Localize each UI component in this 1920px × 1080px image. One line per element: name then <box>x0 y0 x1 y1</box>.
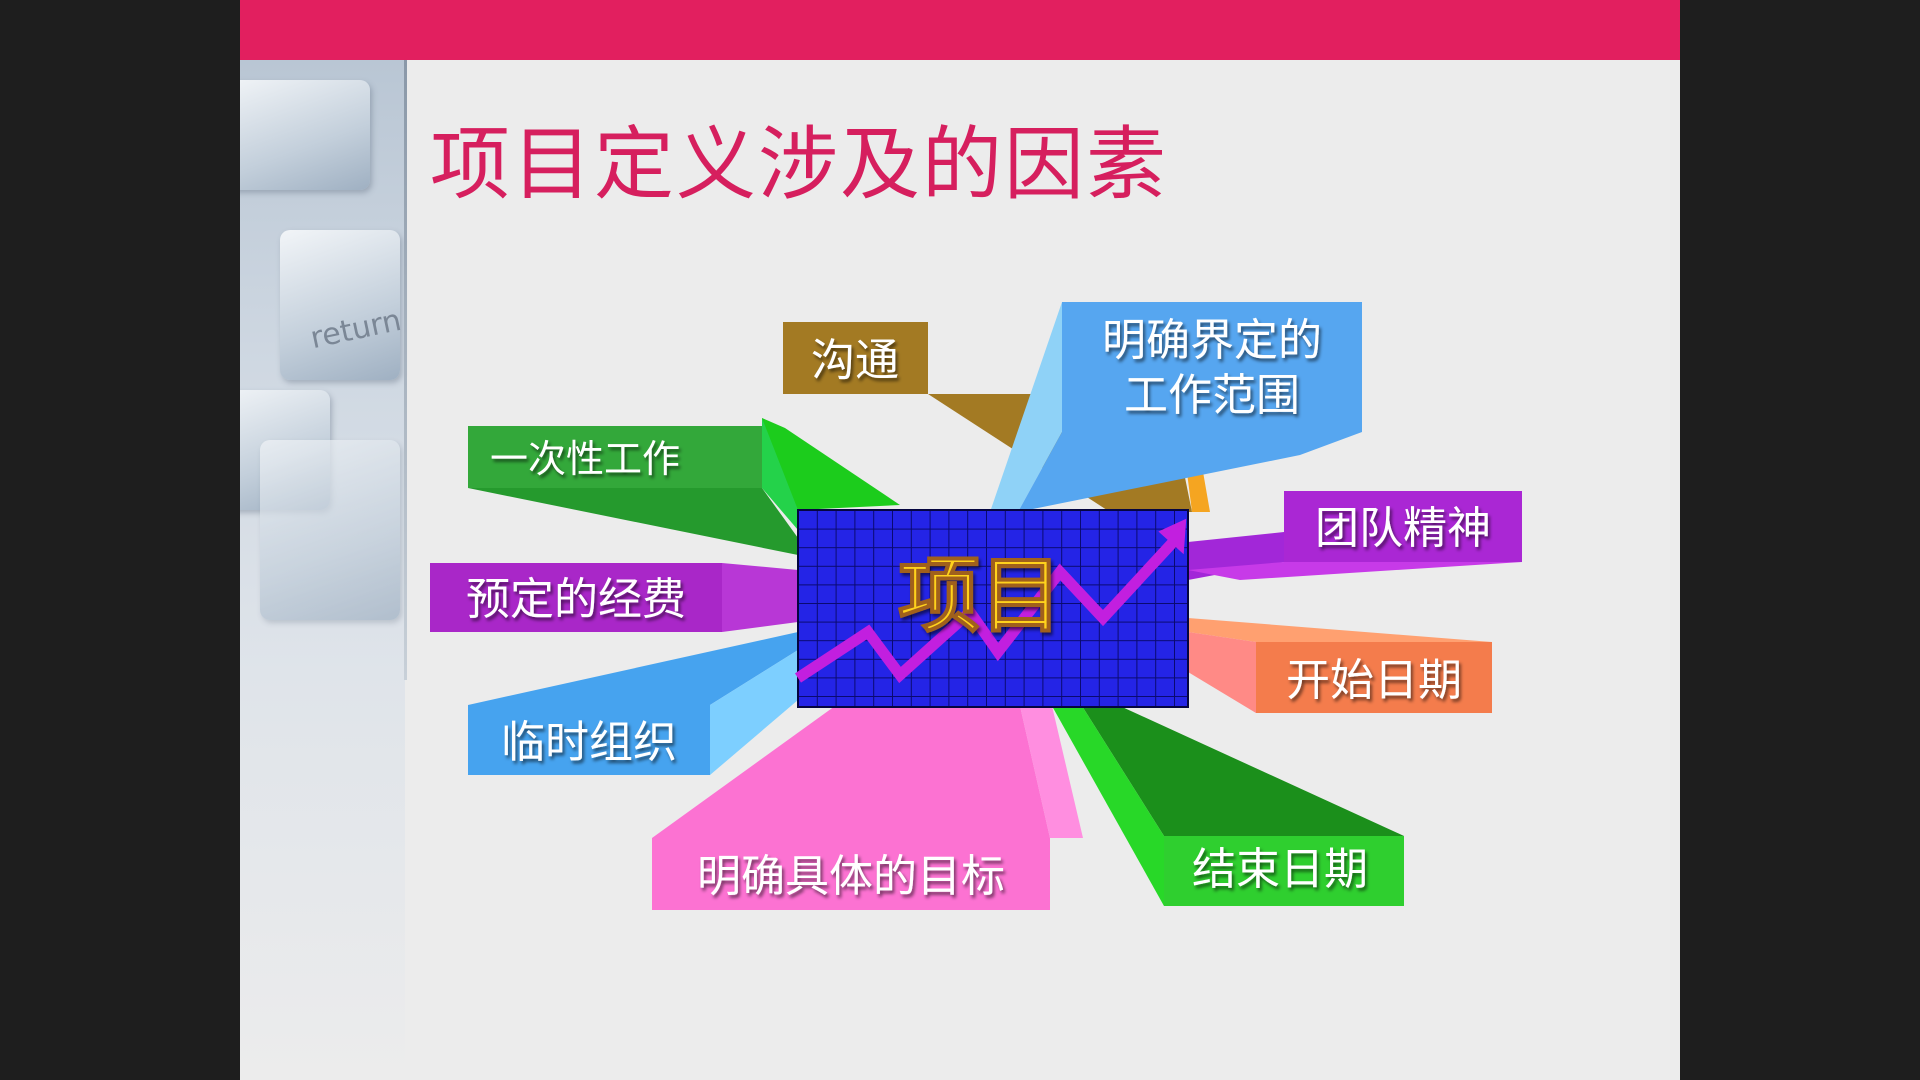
factor-team-spirit-label: 团队精神 <box>1315 503 1491 554</box>
factor-start-date-label: 开始日期 <box>1286 655 1462 706</box>
factor-team-spirit: 团队精神 <box>1188 491 1522 580</box>
factor-communication-label: 沟通 <box>811 335 899 386</box>
center-project-label: 项目 <box>898 549 1062 644</box>
factor-one-time-work-label: 一次性工作 <box>490 437 680 481</box>
factor-start-date: 开始日期 <box>1188 618 1492 713</box>
center-project: 项目 <box>794 509 1189 708</box>
factor-temp-org: 临时组织 <box>468 632 798 775</box>
factor-goal-label: 明确具体的目标 <box>697 851 1005 902</box>
factor-budget: 预定的经费 <box>430 563 798 632</box>
project-factors-diagram: 沟通 明确界定的 工作范围 一次性工作 团队精神 预定的经费 开始日期 临时组织… <box>430 302 1522 910</box>
factor-one-time-work-beam <box>468 488 798 555</box>
factor-temp-org-label: 临时组织 <box>501 717 677 768</box>
factor-budget-beam <box>722 563 798 632</box>
factor-end-date-label: 结束日期 <box>1192 844 1368 895</box>
factor-budget-label: 预定的经费 <box>466 574 686 625</box>
factor-scope-label-line2: 工作范围 <box>1124 370 1300 421</box>
factor-start-date-top <box>1188 618 1492 642</box>
slide: return 项目定义涉及的因素 沟通 明确界定的 工作范围 一次性工作 团队精… <box>240 0 1680 1080</box>
factor-end-date: 结束日期 <box>1052 706 1404 906</box>
factor-scope-label-line1: 明确界定的 <box>1102 315 1322 366</box>
factor-start-date-beam <box>1188 632 1256 713</box>
